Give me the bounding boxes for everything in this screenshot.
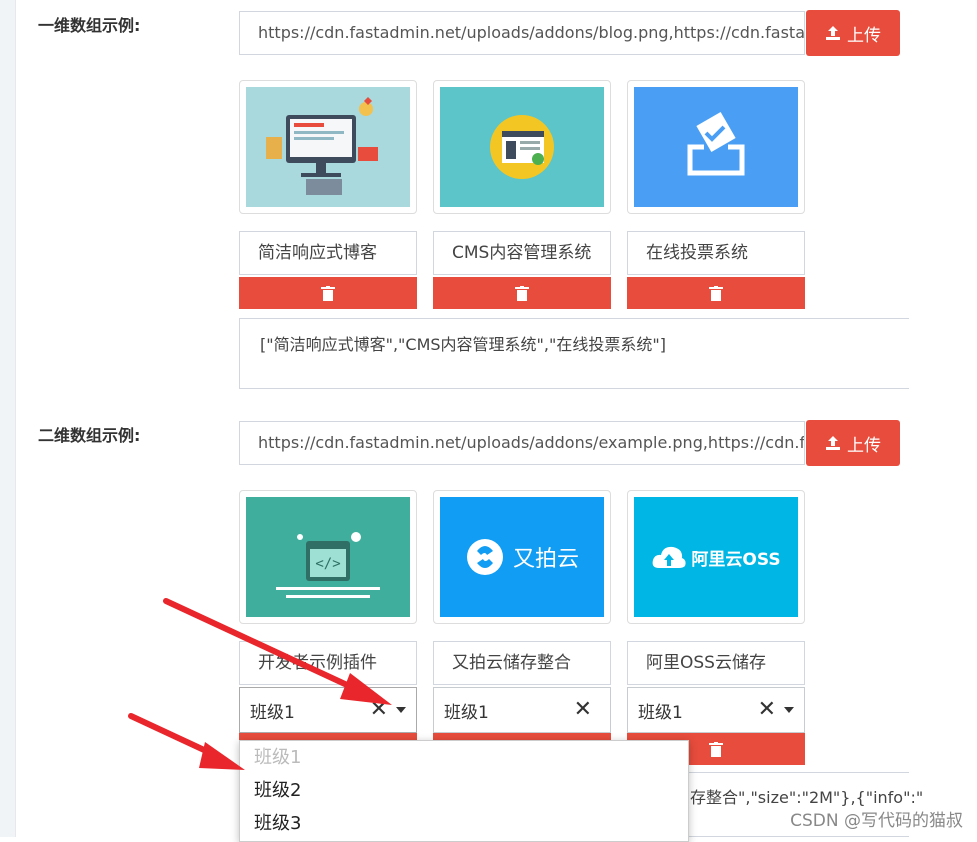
upyun-logo-text: 又拍云: [512, 547, 579, 572]
blog-illustration: [246, 87, 410, 207]
section1-url-input[interactable]: https://cdn.fastadmin.net/uploads/addons…: [239, 11, 805, 55]
section2-url-input[interactable]: https://cdn.fastadmin.net/uploads/addons…: [239, 421, 805, 465]
vote-illustration: [634, 87, 798, 207]
upyun-swirl-icon: [466, 539, 503, 575]
dropdown-option-3[interactable]: 班级3: [240, 807, 688, 840]
oss-logo: 阿里云OSS: [634, 497, 798, 617]
upload-icon: [826, 26, 840, 40]
thumb-vote[interactable]: [627, 80, 805, 214]
oss-logo-text: 阿里云OSS: [691, 549, 781, 570]
select-value: 班级1: [638, 702, 683, 723]
name-input-1[interactable]: 简洁响应式博客: [239, 231, 417, 275]
section2-upload-button[interactable]: 上传: [806, 420, 900, 466]
left-sidebar-edge: [0, 0, 16, 837]
clear-icon[interactable]: ✕: [758, 699, 776, 721]
upyun-logo: 又拍云: [440, 497, 604, 617]
name-input-6[interactable]: 阿里OSS云储存: [627, 641, 805, 685]
delete-button-3[interactable]: [627, 277, 805, 309]
upload-icon: [826, 436, 840, 450]
trash-icon: [515, 285, 529, 301]
trash-icon: [709, 285, 723, 301]
cms-illustration: [440, 87, 604, 207]
right-margin: [906, 0, 977, 10]
delete-button-1[interactable]: [239, 277, 417, 309]
class-select-3[interactable]: 班级1 ✕: [627, 687, 805, 733]
trash-icon: [709, 741, 723, 757]
annotation-arrow-icon: [163, 598, 392, 705]
thumb-blog[interactable]: [239, 80, 417, 214]
watermark: CSDN @写代码的猫叔: [790, 811, 963, 831]
section1-json-textarea[interactable]: ["简洁响应式博客","CMS内容管理系统","在线投票系统"]: [239, 318, 909, 389]
caret-down-icon[interactable]: [784, 707, 794, 713]
annotation-arrow-icon: [128, 713, 245, 770]
class-select-2[interactable]: 班级1 ✕: [433, 687, 611, 733]
class-dropdown-menu: 班级1 班级2 班级3: [239, 740, 689, 842]
name-input-3[interactable]: 在线投票系统: [627, 231, 805, 275]
delete-button-2[interactable]: [433, 277, 611, 309]
dropdown-option-2[interactable]: 班级2: [240, 774, 688, 807]
name-input-2[interactable]: CMS内容管理系统: [433, 231, 611, 275]
select-value: 班级1: [444, 702, 489, 723]
thumb-cms[interactable]: [433, 80, 611, 214]
section2-json-partial: 存整合","size":"2M"},{"info":": [690, 788, 924, 807]
cloud-upload-icon: [653, 546, 686, 568]
thumb-upyun[interactable]: 又拍云: [433, 490, 611, 624]
section2-label: 二维数组示例:: [38, 426, 141, 445]
thumb-oss[interactable]: 阿里云OSS: [627, 490, 805, 624]
clear-icon[interactable]: ✕: [574, 699, 592, 721]
section1-upload-button[interactable]: 上传: [806, 10, 900, 56]
section1-label: 一维数组示例:: [38, 16, 141, 35]
dropdown-option-1[interactable]: 班级1: [240, 741, 688, 774]
upload-label: 上传: [847, 25, 881, 46]
name-input-5[interactable]: 又拍云储存整合: [433, 641, 611, 685]
svg-text:</>: </>: [315, 556, 340, 572]
upload-label: 上传: [847, 435, 881, 456]
trash-icon: [321, 285, 335, 301]
